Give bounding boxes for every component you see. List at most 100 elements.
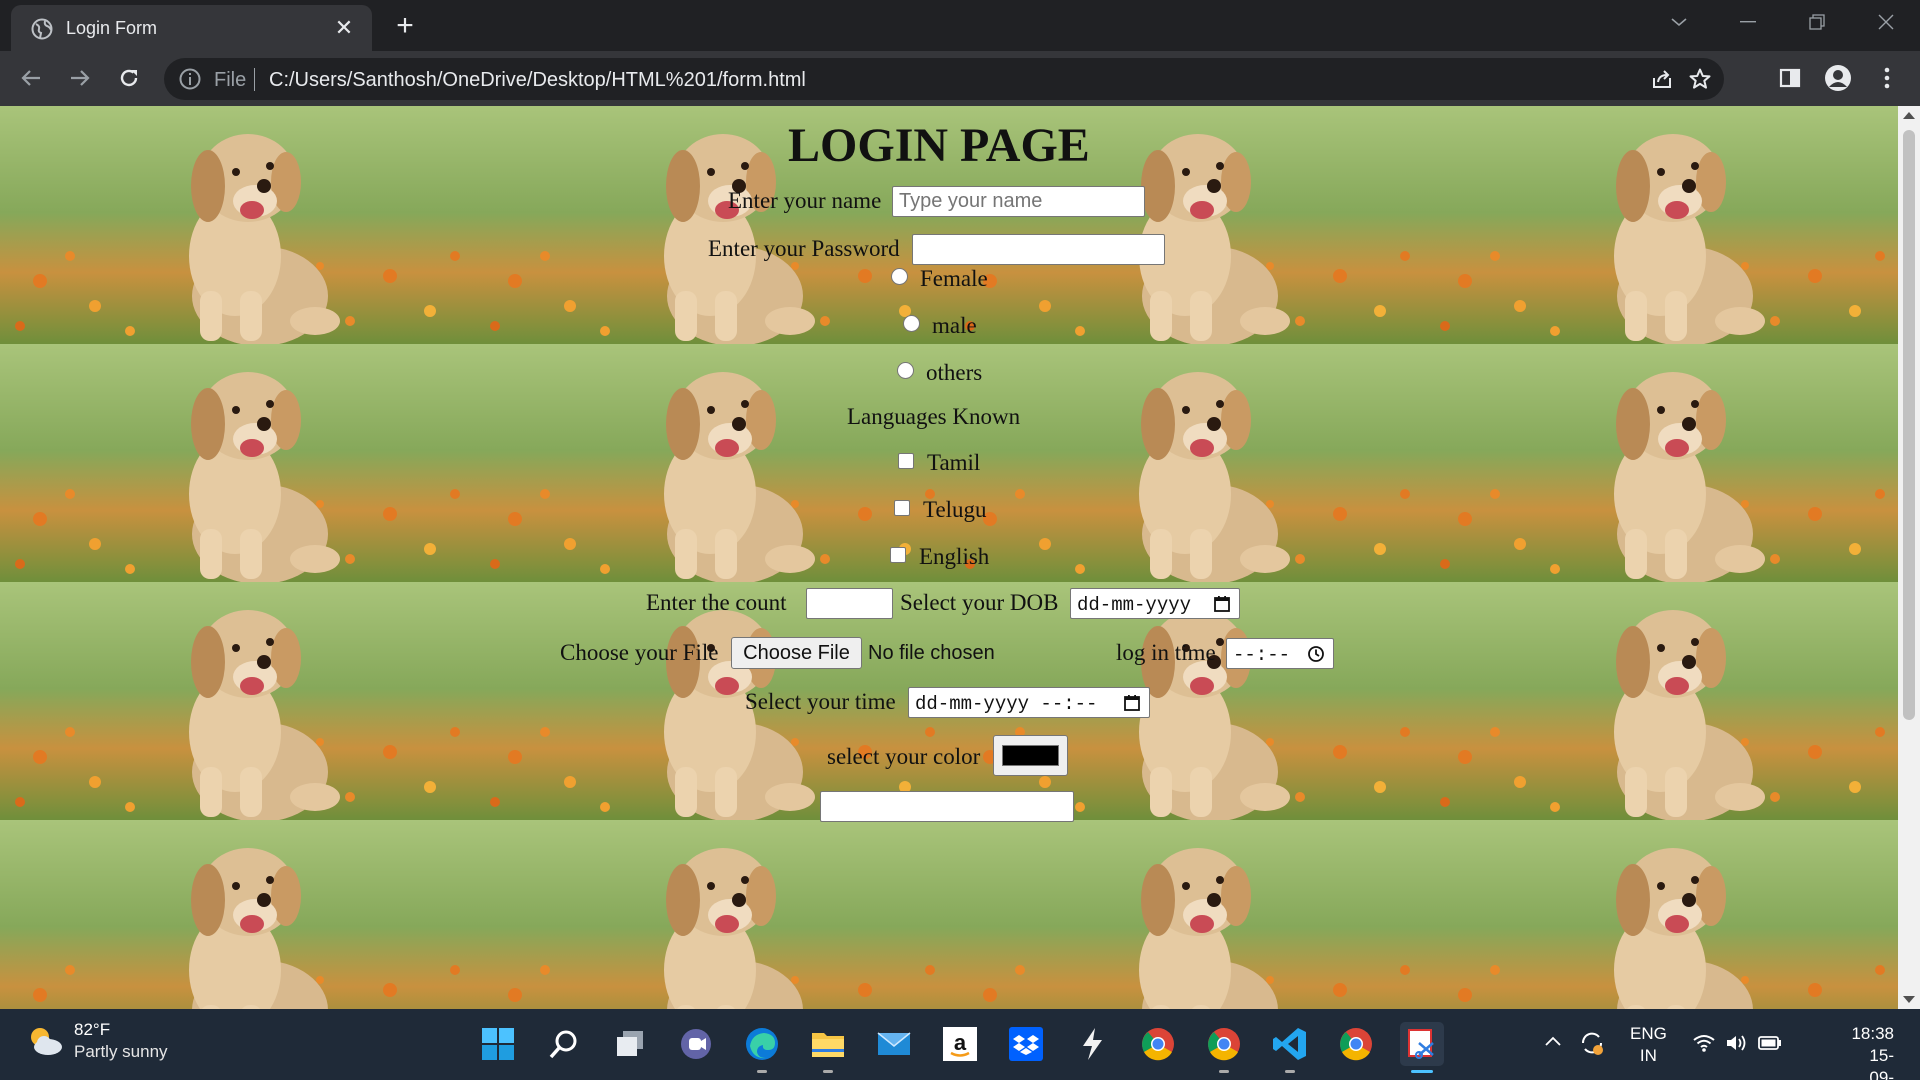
- info-icon[interactable]: [178, 67, 202, 91]
- scroll-down-arrow-icon[interactable]: [1903, 996, 1915, 1003]
- tamil-checkbox[interactable]: [898, 453, 914, 469]
- color-picker[interactable]: [993, 735, 1068, 776]
- login-time-label: log in time: [1116, 640, 1216, 665]
- tab-strip: Login Form ✕ +: [0, 0, 1920, 51]
- color-label: select your color: [827, 744, 981, 769]
- mail-icon[interactable]: [872, 1022, 916, 1066]
- tab-title: Login Form: [66, 18, 158, 38]
- app-bolt-icon[interactable]: [1070, 1022, 1114, 1066]
- task-view-icon[interactable]: [608, 1022, 652, 1066]
- dob-input[interactable]: dd-mm-yyyy: [1070, 588, 1240, 619]
- address-bar[interactable]: File C:/Users/Santhosh/OneDrive/Desktop/…: [164, 58, 1724, 100]
- language-code: ENG: [1630, 1024, 1667, 1043]
- login-form: LOGIN PAGE Enter your name Type your nam…: [0, 106, 1898, 1009]
- region-code: IN: [1639, 1046, 1657, 1065]
- telugu-checkbox[interactable]: [894, 500, 910, 516]
- browser-toolbar: File C:/Users/Santhosh/OneDrive/Desktop/…: [0, 51, 1920, 106]
- back-arrow-icon[interactable]: [12, 59, 50, 97]
- amazon-icon[interactable]: a: [938, 1022, 982, 1066]
- close-tab-icon[interactable]: ✕: [330, 14, 358, 42]
- new-tab-button[interactable]: +: [388, 10, 422, 44]
- active-indicator: [1411, 1070, 1433, 1073]
- page-viewport: LOGIN PAGE Enter your name Type your nam…: [0, 106, 1898, 1009]
- vscode-icon[interactable]: [1268, 1022, 1312, 1073]
- weather-widget[interactable]: 82°F Partly sunny: [26, 1019, 168, 1063]
- datetime-input[interactable]: dd-mm-yyyy --:--: [908, 687, 1150, 718]
- calendar-icon[interactable]: [1123, 694, 1141, 712]
- dropbox-icon[interactable]: [1004, 1022, 1048, 1066]
- file-explorer-icon[interactable]: [806, 1022, 850, 1073]
- scroll-up-arrow-icon[interactable]: [1903, 112, 1915, 119]
- login-time-input[interactable]: --:--: [1226, 638, 1334, 669]
- languages-heading: Languages Known: [847, 404, 1021, 429]
- more-menu-icon[interactable]: [1868, 59, 1906, 97]
- chrome-icon[interactable]: [1136, 1022, 1180, 1066]
- profile-avatar-icon[interactable]: [1819, 59, 1857, 97]
- others-label: others: [926, 360, 983, 385]
- partly-sunny-icon: [31, 1028, 62, 1055]
- english-label: English: [919, 544, 990, 569]
- male-label: male: [932, 313, 977, 338]
- volume-icon[interactable]: [1725, 1033, 1749, 1053]
- choose-file-button[interactable]: Choose File: [731, 637, 862, 669]
- minimize-icon[interactable]: [1713, 0, 1782, 44]
- weather-temperature: 82°F: [74, 1020, 111, 1039]
- datetime-placeholder: dd-mm-yyyy --:--: [915, 693, 1098, 715]
- teams-chat-icon[interactable]: [674, 1022, 718, 1066]
- globe-icon: [31, 18, 53, 40]
- running-indicator: [757, 1070, 767, 1073]
- tamil-label: Tamil: [927, 450, 981, 475]
- close-window-icon[interactable]: [1851, 0, 1920, 44]
- url-text[interactable]: C:/Users/Santhosh/OneDrive/Desktop/HTML%…: [269, 69, 806, 92]
- start-windows-icon[interactable]: [476, 1022, 520, 1066]
- battery-icon[interactable]: [1757, 1034, 1783, 1052]
- scrollbar-thumb[interactable]: [1903, 130, 1915, 720]
- search-icon[interactable]: [542, 1022, 586, 1066]
- dob-label: Select your DOB: [900, 590, 1059, 615]
- running-indicator: [823, 1070, 833, 1073]
- restore-icon[interactable]: [1782, 0, 1851, 44]
- english-checkbox[interactable]: [890, 547, 906, 563]
- file-label: Choose your File: [560, 640, 719, 665]
- datetime-label: Select your time: [745, 689, 896, 714]
- others-radio[interactable]: [897, 362, 914, 379]
- count-label: Enter the count: [646, 590, 787, 615]
- side-panel-icon[interactable]: [1771, 59, 1809, 97]
- snipping-tool-icon[interactable]: [1400, 1022, 1444, 1073]
- running-indicator: [1285, 1070, 1295, 1073]
- calendar-icon[interactable]: [1213, 595, 1231, 613]
- sync-icon[interactable]: [1578, 1029, 1606, 1057]
- chrome-profile-icon[interactable]: [1202, 1022, 1246, 1073]
- edge-browser-icon[interactable]: [740, 1022, 784, 1073]
- clock-date: 15-09-2022: [1869, 1046, 1894, 1080]
- female-radio[interactable]: [891, 268, 908, 285]
- share-icon[interactable]: [1650, 67, 1674, 91]
- input-language[interactable]: ENG IN: [1630, 1023, 1667, 1067]
- clock-time: 18:38: [1851, 1024, 1894, 1043]
- clock-icon[interactable]: [1307, 645, 1325, 663]
- address-separator: [254, 68, 255, 91]
- file-status: No file chosen: [868, 642, 995, 664]
- wifi-icon[interactable]: [1692, 1033, 1716, 1053]
- extra-text-input[interactable]: [820, 791, 1074, 822]
- system-clock[interactable]: 18:38 15-09-2022: [1851, 1023, 1894, 1080]
- forward-arrow-icon[interactable]: [61, 59, 99, 97]
- chevron-up-icon[interactable]: [1544, 1035, 1562, 1047]
- bookmark-star-icon[interactable]: [1688, 67, 1712, 91]
- page-scrollbar[interactable]: [1898, 106, 1920, 1009]
- name-label: Enter your name: [728, 188, 882, 213]
- chrome-alt-icon[interactable]: [1334, 1022, 1378, 1066]
- browser-tab[interactable]: Login Form ✕: [11, 5, 372, 51]
- name-input[interactable]: Type your name: [892, 186, 1145, 217]
- windows-taskbar: 82°F Partly sunny a ENG IN 18:38 15-09-: [0, 1009, 1920, 1080]
- male-radio[interactable]: [903, 315, 920, 332]
- tab-search-icon[interactable]: [1644, 0, 1713, 44]
- window-controls: [1644, 0, 1920, 44]
- password-input[interactable]: [912, 234, 1165, 265]
- dob-placeholder: dd-mm-yyyy: [1077, 594, 1192, 616]
- count-input[interactable]: [806, 588, 893, 619]
- address-scheme: File: [214, 69, 247, 91]
- telugu-label: Telugu: [923, 497, 987, 522]
- reload-icon[interactable]: [110, 59, 148, 97]
- svg-text:a: a: [954, 1030, 967, 1055]
